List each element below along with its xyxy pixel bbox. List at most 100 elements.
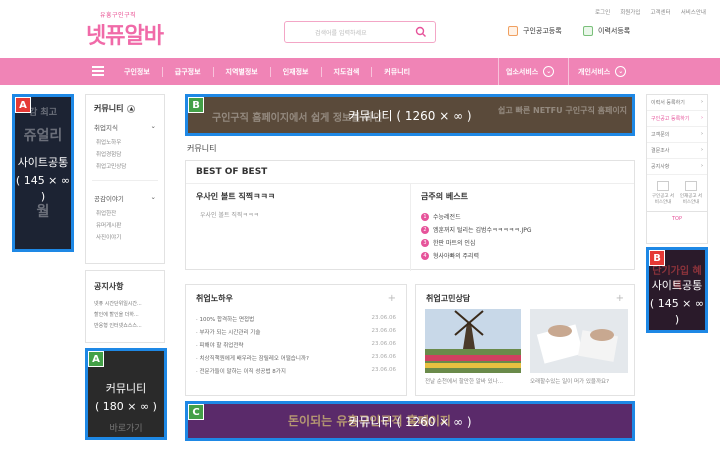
search-input[interactable]: 검색어를 입력하세요 xyxy=(315,28,367,37)
sidebar-group-label: 공감이야기 xyxy=(94,195,124,203)
business-service-label: 업소서비스 xyxy=(506,67,539,76)
windmill-image[interactable] xyxy=(425,309,521,373)
support-link[interactable]: 고객센터 xyxy=(650,8,670,16)
document-icon xyxy=(685,181,697,191)
ad-bg-text: 바로가기 xyxy=(109,424,143,434)
chevron-down-icon: ⌄ xyxy=(543,66,555,77)
quick-link-job-post[interactable]: 구인공고 등록하기 › xyxy=(647,111,707,127)
ad-label: 커뮤니티 ( 1260 × ∞ ) xyxy=(188,108,632,124)
weekly-best-text: 엠훈꺼지 털리는 김범수ㅋㅋㅋㅋㅋ.JPG xyxy=(433,227,532,234)
best-featured-title[interactable]: 우사인 볼트 직찍ㅋㅋㅋ xyxy=(186,183,410,210)
resume-button[interactable]: 이력서등록 xyxy=(583,26,630,36)
divider xyxy=(92,180,158,181)
notice-item[interactable]: 할인에 할인을 더하... xyxy=(86,309,164,320)
job-service-guide[interactable]: 구인공고 서비스안내 xyxy=(650,181,676,205)
notice-item[interactable]: 넷퓨 시간단위일시간... xyxy=(86,298,164,309)
chevron-up-icon[interactable]: ▲ xyxy=(127,104,136,113)
signup-link[interactable]: 회원가입 xyxy=(620,8,640,16)
notice-item[interactable]: 반응형 인터넷쇼스스... xyxy=(86,320,164,331)
main-content: 커뮤니티 xyxy=(185,140,635,157)
job-post-button[interactable]: 구인공고등록 xyxy=(508,26,562,36)
business-service-menu[interactable]: 업소서비스 ⌄ xyxy=(506,58,555,85)
ad-banner-b-top[interactable]: 구인구직 홈페이지에서 쉽게 정보를 확인 쉽고 빠른 NETFU 구인구직 홈… xyxy=(185,94,635,136)
quick-link-inquiry[interactable]: 고객문의 › xyxy=(647,127,707,143)
sidebar-item-knowhow[interactable]: 취업노하우 xyxy=(86,136,164,148)
personal-service-menu[interactable]: 개인서비스 ⌄ xyxy=(578,58,627,85)
nav-item-talent[interactable]: 인재정보 xyxy=(271,66,322,77)
sidebar-item-experience[interactable]: 취업경험담 xyxy=(86,148,164,160)
resume-label: 이력서등록 xyxy=(598,27,631,35)
job-post-label: 구인공고등록 xyxy=(523,27,562,35)
search-icon[interactable] xyxy=(415,26,427,38)
ad-banner-a-left[interactable]: 감 최고 쥬얼리 월 A 사이트공통 ( 145 × ∞ ) xyxy=(12,94,74,252)
ad-size: ( 1260 × ∞ ) xyxy=(396,415,472,429)
nav-item-jobs[interactable]: 구인정보 xyxy=(112,66,163,77)
talent-service-guide[interactable]: 인재공고 서비스안내 xyxy=(678,181,704,205)
weekly-best-item[interactable]: 2 엠훈꺼지 털리는 김범수ㅋㅋㅋㅋㅋ.JPG xyxy=(411,223,636,236)
weekly-best-item[interactable]: 1 수능레전드 xyxy=(411,210,636,223)
list-item[interactable]: · 치상직책원에게 배우라는 잠릴레오 어떨습니까? 23.06.06 xyxy=(186,351,406,364)
ad-tag: A xyxy=(15,97,31,113)
header: 유흥구인구직 넷퓨알바 검색어를 입력하세요 로그인 회원가입 고객센터 서비스… xyxy=(0,0,720,58)
resume-icon xyxy=(583,26,593,36)
ad-label: 사이트공통 xyxy=(17,156,69,169)
ad-label: 커뮤니티 ( 1260 × ∞ ) xyxy=(188,414,632,430)
sidebar-item-photos[interactable]: 사진이야기 xyxy=(86,231,164,243)
document-icon xyxy=(657,181,669,191)
sidebar-group-stories[interactable]: 공감이야기 ⌄ xyxy=(86,189,164,207)
rank-badge: 4 xyxy=(421,251,429,260)
weekly-best-title: 금주의 베스트 xyxy=(421,192,468,201)
sidebar-title: 커뮤니티 ▲ xyxy=(86,95,164,118)
best-featured-item[interactable]: 우사인 볼트 직찍ㅋㅋㅋ xyxy=(186,210,410,219)
quick-link-resume[interactable]: 이력서 등록하기 › xyxy=(647,95,707,111)
weekly-best-item[interactable]: 4 형사아빠의 주리력 xyxy=(411,249,636,262)
list-item[interactable]: · 전문가들이 말하는 이직 성공법 8가지 23.06.06 xyxy=(186,364,406,377)
ad-size: ( 145 × ∞ ) xyxy=(15,174,71,203)
counsel-header: 취업고민상담 + xyxy=(416,285,634,312)
ad-label-text: 커뮤니티 xyxy=(348,109,393,123)
nav-divider xyxy=(568,58,569,85)
ad-label: 커뮤니티 xyxy=(105,382,147,395)
ad-banner-a-bottom[interactable]: 바로가기 A 커뮤니티 ( 180 × ∞ ) xyxy=(85,348,167,440)
best-featured[interactable]: 우사인 볼트 직찍ㅋㅋㅋ 우사인 볼트 직찍ㅋㅋㅋ xyxy=(186,183,411,271)
sidebar-group-knowledge[interactable]: 취업지식 ⌄ xyxy=(86,118,164,136)
meeting-image[interactable] xyxy=(530,309,628,373)
hamburger-menu-icon[interactable] xyxy=(92,66,104,76)
service-guides: 구인공고 서비스안내 인재공고 서비스안내 xyxy=(647,175,707,211)
service-link[interactable]: 서비스안내 xyxy=(681,8,706,16)
nav-items: 구인정보 급구정보 지역별정보 인재정보 지도검색 커뮤니티 xyxy=(112,58,422,85)
list-item[interactable]: · 피해야 할 취업전략 23.06.06 xyxy=(186,338,406,351)
quick-link-notice[interactable]: 공지사항 › xyxy=(647,159,707,175)
counsel-caption[interactable]: 전날 순천에서 할만한 알바 있나... xyxy=(425,377,521,385)
nav-item-urgent[interactable]: 급구정보 xyxy=(163,66,214,77)
ad-label-text: 커뮤니티 xyxy=(348,415,393,429)
plus-icon[interactable]: + xyxy=(616,293,624,304)
top-button[interactable]: TOP xyxy=(647,211,707,226)
quick-link-survey[interactable]: 결문조사 › xyxy=(647,143,707,159)
rank-badge: 3 xyxy=(421,238,429,247)
search-box[interactable]: 검색어를 입력하세요 xyxy=(284,21,436,43)
page-title: 커뮤니티 xyxy=(187,144,217,153)
chevron-down-icon: ⌄ xyxy=(150,122,156,130)
sidebar-item-counsel[interactable]: 취업고민상담 xyxy=(86,160,164,172)
plus-icon[interactable]: + xyxy=(388,293,396,304)
ad-banner-c-bottom[interactable]: 돈이되는 유흥구인구직 홈페이지 C 커뮤니티 ( 1260 × ∞ ) xyxy=(185,401,635,441)
counsel-caption[interactable]: 오래할수있는 일이 머가 있을까요? xyxy=(530,377,626,385)
sidebar-item-humor[interactable]: 유머게시판 xyxy=(86,219,164,231)
sidebar-item-drink[interactable]: 취업한잔 xyxy=(86,207,164,219)
weekly-best-item[interactable]: 3 한판 마트의 인심 xyxy=(411,236,636,249)
nav-item-region[interactable]: 지역별정보 xyxy=(214,66,271,77)
ad-label: 사이트공통 xyxy=(651,279,703,292)
weekly-best-text: 수능레전드 xyxy=(433,214,461,221)
weekly-best-text: 한판 마트의 인심 xyxy=(433,240,476,247)
nav-item-map[interactable]: 지도검색 xyxy=(322,66,373,77)
ad-banner-b-right[interactable]: 단기가입 혜택 B 사이트공통 ( 145 × ∞ ) xyxy=(646,247,708,333)
list-item[interactable]: · 100% 합격하는 면접법 23.06.06 xyxy=(186,312,406,325)
login-link[interactable]: 로그인 xyxy=(595,8,610,16)
knowhow-title: 취업노하우 xyxy=(196,294,233,303)
weekly-best: 금주의 베스트 1 수능레전드 2 엠훈꺼지 털리는 김범수ㅋㅋㅋㅋㅋ.JPG 3한… xyxy=(411,183,636,271)
counsel-title: 취업고민상담 xyxy=(426,294,471,303)
ad-size: ( 145 × ∞ ) xyxy=(649,297,705,326)
list-item[interactable]: · 부자가 되는 시간관리 기술 23.06.06 xyxy=(186,325,406,338)
nav-item-community[interactable]: 커뮤니티 xyxy=(372,67,422,77)
